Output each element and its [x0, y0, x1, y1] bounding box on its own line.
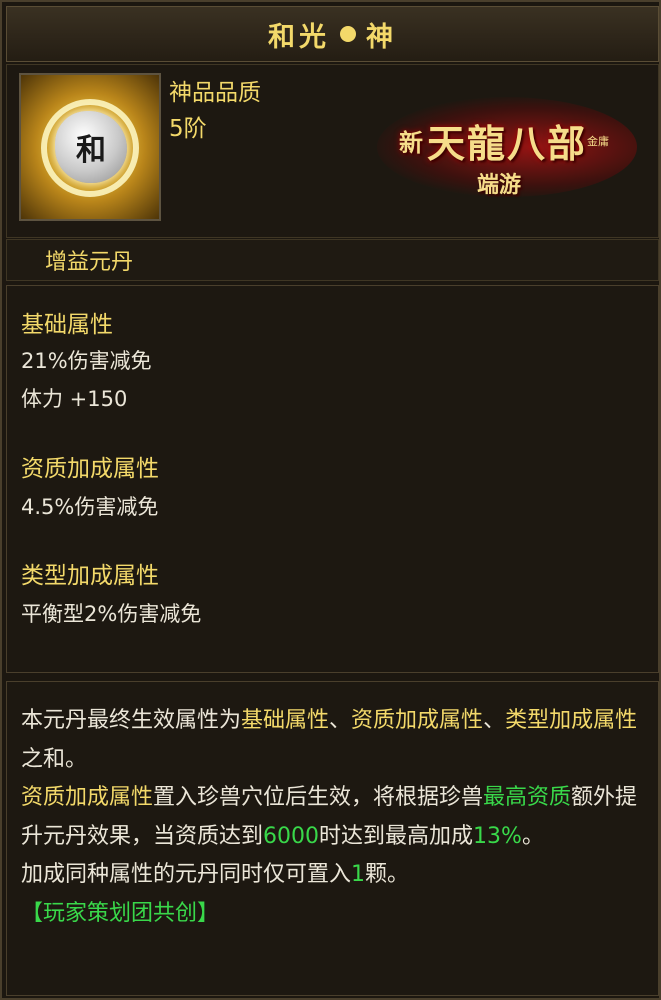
- base-attr-line: 21%伤害减免: [21, 349, 152, 373]
- game-logo: 新天龍八部 金庸 端游: [357, 75, 657, 215]
- stone-icon: 和: [55, 111, 127, 183]
- logo-main: 天龍八部: [427, 121, 588, 166]
- desc-highlight-green: 1: [351, 862, 366, 887]
- description-paragraph-1: 本元丹最终生效属性为基础属性、资质加成属性、类型加成属性之和。: [21, 702, 646, 779]
- item-name-left: 和光: [268, 21, 330, 53]
- item-type-row: 增益元丹: [6, 239, 659, 281]
- desc-highlight: 类型加成属性: [505, 708, 638, 733]
- logo-subtitle: 端游: [477, 172, 522, 198]
- desc-text: 加成同种属性的元丹同时仅可置入: [21, 862, 352, 887]
- description-paragraph-3: 加成同种属性的元丹同时仅可置入1颗。: [21, 856, 646, 895]
- desc-highlight-green: 13%: [473, 823, 522, 849]
- desc-text: 、: [329, 708, 352, 733]
- aptitude-attr-heading: 资质加成属性: [21, 456, 159, 482]
- type-attr-heading: 类型加成属性: [21, 563, 159, 589]
- item-quality: 神品品质: [169, 80, 261, 106]
- stone-glyph: 和: [76, 133, 106, 168]
- desc-highlight: 资质加成属性: [351, 708, 484, 733]
- credit-text: 【玩家策划团共创】: [21, 900, 220, 926]
- desc-highlight-green: 6000: [263, 823, 320, 849]
- attributes-panel: 基础属性 21%伤害减免 体力 +150 资质加成属性 4.5%伤害减免 类型加…: [6, 285, 659, 673]
- item-icon: 和: [19, 73, 161, 221]
- desc-text: 之和。: [21, 746, 88, 772]
- desc-text: 置入珍兽穴位后生效，将根据珍兽: [153, 785, 484, 810]
- desc-text: 、: [483, 708, 506, 733]
- logo-new: 新: [399, 128, 423, 157]
- description-panel: 本元丹最终生效属性为基础属性、资质加成属性、类型加成属性之和。 资质加成属性置入…: [6, 681, 659, 996]
- item-header-panel: 和 神品品质 5阶 新天龍八部 金庸 端游: [6, 64, 659, 238]
- desc-text: 颗。: [365, 862, 410, 887]
- desc-text: 。: [521, 823, 544, 849]
- item-title-bar: 和光 神: [6, 6, 659, 62]
- desc-text: 本元丹最终生效属性为: [21, 708, 242, 733]
- title-dot-icon: [340, 26, 356, 42]
- item-type: 增益元丹: [45, 250, 134, 275]
- type-attr-line: 平衡型2%伤害减免: [21, 602, 202, 626]
- desc-highlight: 基础属性: [241, 708, 330, 733]
- item-name-right: 神: [366, 21, 397, 53]
- item-tooltip: 和光 神 和 神品品质 5阶 新天龍八部 金庸 端游 增益元丹 基础属性 21%…: [0, 0, 661, 1000]
- base-attr-line: 体力 +150: [21, 387, 128, 411]
- base-attr-heading: 基础属性: [21, 312, 113, 338]
- desc-highlight-green: 最高资质: [483, 785, 572, 810]
- desc-highlight: 资质加成属性: [21, 785, 154, 810]
- logo-small: 金庸: [587, 135, 609, 148]
- desc-text: 时达到最高加成: [319, 823, 474, 849]
- aptitude-attr-line: 4.5%伤害减免: [21, 495, 159, 519]
- logo-title: 新天龍八部: [399, 113, 587, 168]
- description-paragraph-2: 资质加成属性置入珍兽穴位后生效，将根据珍兽最高资质额外提升元丹效果，当资质达到6…: [21, 779, 646, 856]
- item-level: 5阶: [169, 116, 207, 142]
